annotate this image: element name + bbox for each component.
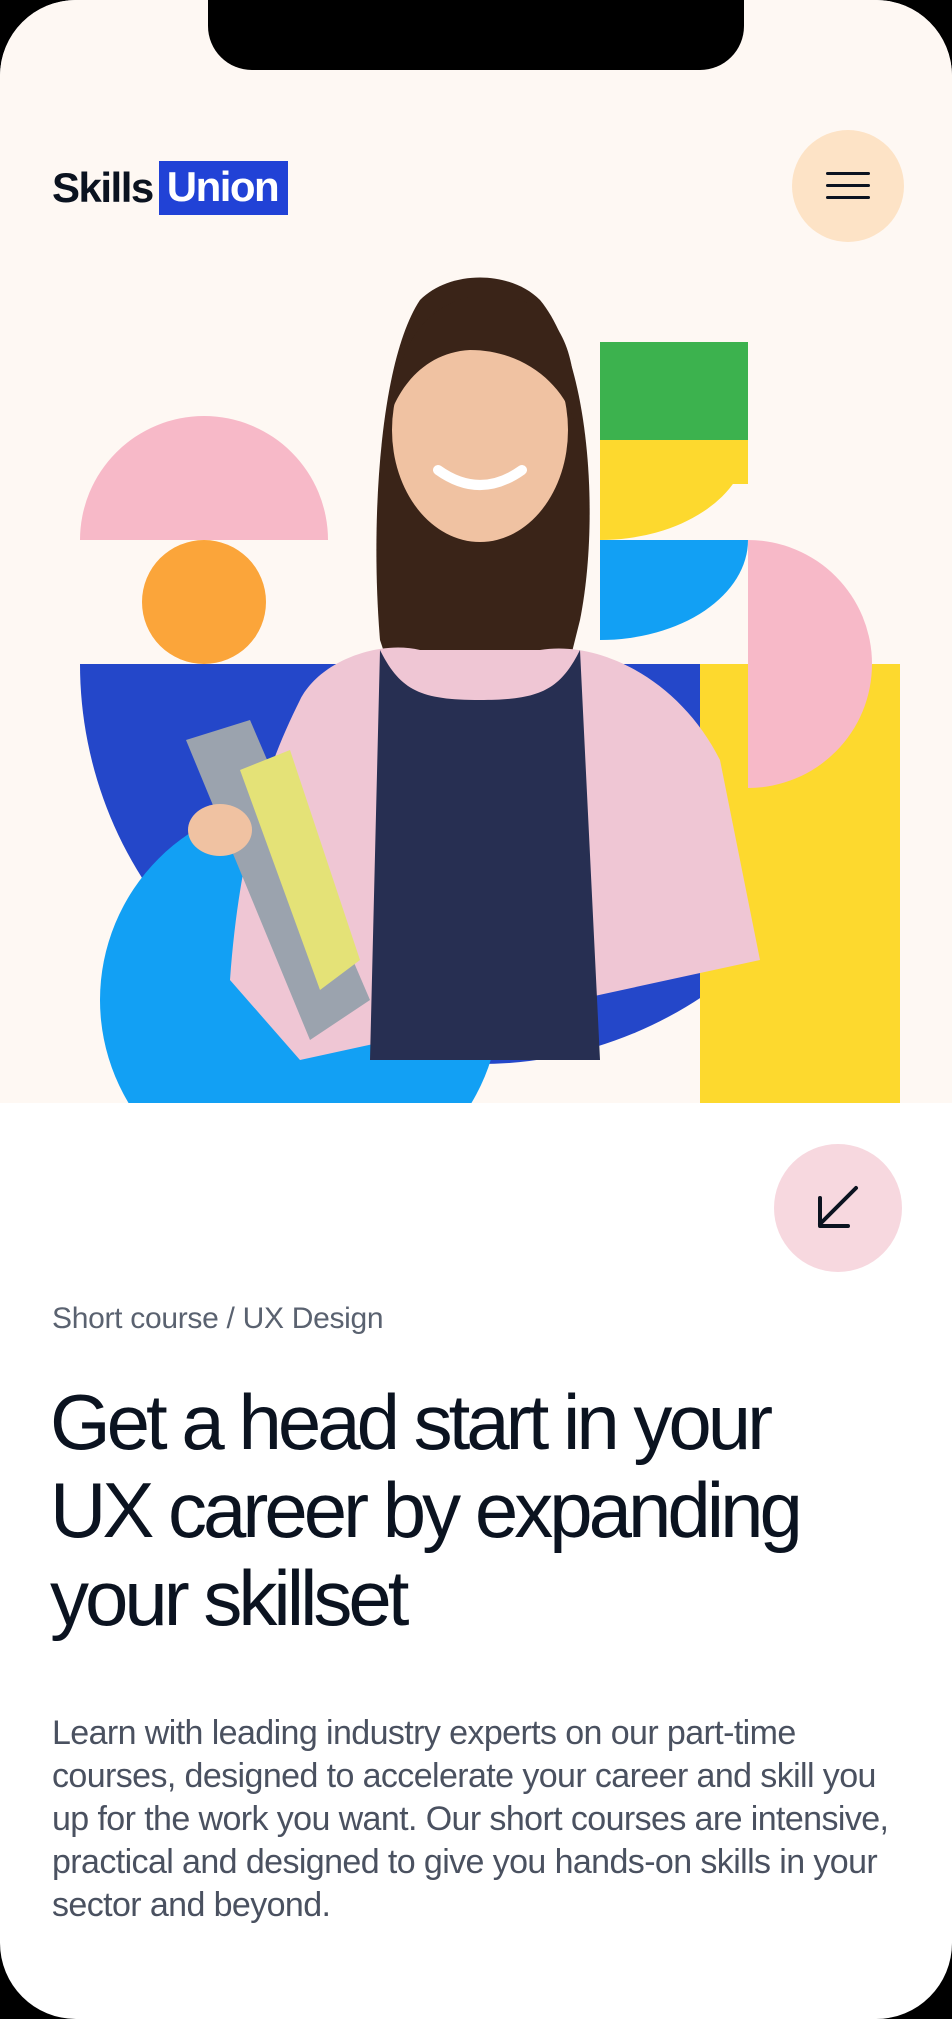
logo-word-skills: Skills	[52, 164, 154, 211]
headline-line: Get a head start in your	[50, 1378, 773, 1466]
menu-button[interactable]	[792, 130, 904, 242]
course-description: Learn with leading industry experts on o…	[52, 1714, 889, 1924]
headline-line: UX career by expanding	[50, 1466, 803, 1554]
logo-word-union: Union	[158, 161, 289, 215]
breadcrumb: Short course / UX Design	[52, 1302, 384, 1335]
arrow-down-left-icon	[818, 1186, 858, 1228]
pink-half-circle-shape	[80, 416, 328, 540]
headline-line: your skillset	[50, 1554, 409, 1642]
scroll-down-button[interactable]	[774, 1144, 902, 1272]
green-block-shape	[600, 342, 748, 442]
blue-quarter-shape	[600, 540, 748, 640]
device-notch	[208, 0, 744, 70]
phone-screen: Skills Union Short course / UX Design Ge…	[0, 0, 952, 2019]
page-title: Get a head start in your UX career by ex…	[50, 1378, 910, 1642]
orange-circle-shape	[142, 540, 266, 664]
hero-section: Skills Union	[0, 0, 952, 1103]
skills-union-logo[interactable]: Skills Union	[52, 160, 289, 216]
